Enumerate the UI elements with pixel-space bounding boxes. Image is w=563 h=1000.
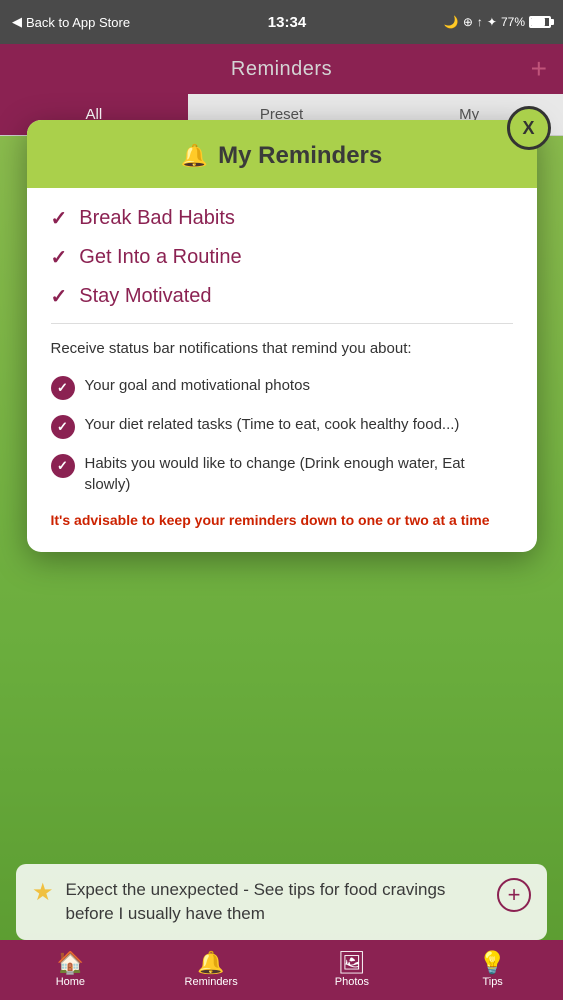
modal: X 🔔 My Reminders ✓ Break Bad Habits ✓ Ge… bbox=[27, 120, 537, 552]
description-text: Receive status bar notifications that re… bbox=[51, 338, 513, 361]
modal-title: My Reminders bbox=[218, 142, 382, 170]
reminder-label-2: Get Into a Routine bbox=[79, 246, 241, 269]
close-button[interactable]: X bbox=[507, 106, 551, 150]
bullet-item-3: ✓ Habits you would like to change (Drink… bbox=[51, 453, 513, 497]
check-icon: ✓ bbox=[51, 206, 68, 231]
reminder-item-3: ✓ Stay Motivated bbox=[51, 284, 513, 309]
advisory-text: It's advisable to keep your reminders do… bbox=[51, 510, 513, 530]
bullet-text-1: Your goal and motivational photos bbox=[85, 375, 310, 397]
check-icon-2: ✓ bbox=[51, 245, 68, 270]
divider bbox=[51, 323, 513, 324]
bullet-item-2: ✓ Your diet related tasks (Time to eat, … bbox=[51, 414, 513, 439]
bullet-text-3: Habits you would like to change (Drink e… bbox=[85, 453, 513, 497]
modal-header: 🔔 My Reminders bbox=[27, 120, 537, 188]
check-icon-3: ✓ bbox=[51, 284, 68, 309]
reminder-label-3: Stay Motivated bbox=[79, 285, 211, 308]
modal-body: ✓ Break Bad Habits ✓ Get Into a Routine … bbox=[27, 188, 537, 552]
modal-overlay: X 🔔 My Reminders ✓ Break Bad Habits ✓ Ge… bbox=[0, 0, 563, 1000]
reminder-item-1: ✓ Break Bad Habits bbox=[51, 206, 513, 231]
bullet-item-1: ✓ Your goal and motivational photos bbox=[51, 375, 513, 400]
reminder-label-1: Break Bad Habits bbox=[79, 207, 235, 230]
bullet-check-icon-2: ✓ bbox=[51, 415, 75, 439]
bullet-check-icon-1: ✓ bbox=[51, 376, 75, 400]
bell-icon: 🔔 bbox=[181, 143, 208, 169]
bullet-text-2: Your diet related tasks (Time to eat, co… bbox=[85, 414, 460, 436]
bullet-check-icon-3: ✓ bbox=[51, 454, 75, 478]
reminder-item-2: ✓ Get Into a Routine bbox=[51, 245, 513, 270]
